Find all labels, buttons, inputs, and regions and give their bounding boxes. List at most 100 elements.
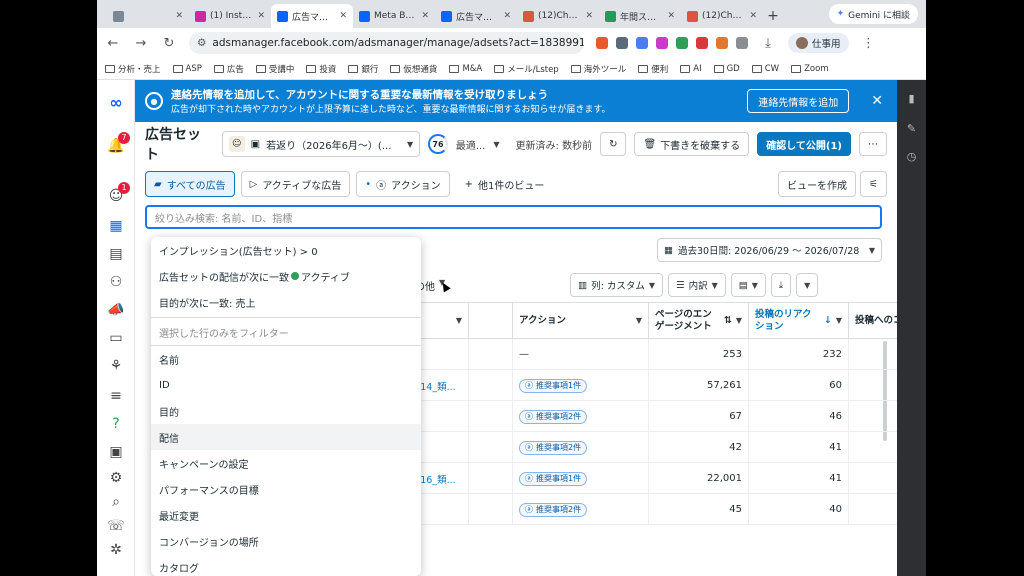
table-row[interactable]: ⓐ 推奨事項2件 45 40 (405, 494, 897, 525)
close-tab-icon[interactable]: ✕ (749, 11, 757, 21)
dropdown-option-name[interactable]: 名前 (151, 346, 421, 372)
table-row[interactable]: — 253 232 (405, 339, 897, 370)
close-tab-icon[interactable]: ✕ (257, 11, 265, 21)
help-icon[interactable]: ? (106, 414, 126, 434)
discard-drafts-button[interactable]: 🗑 下書きを破棄する (634, 132, 750, 156)
browser-tab[interactable]: 広告マネージャ✕ (271, 4, 353, 28)
bookmark-item[interactable]: Zoom (791, 64, 829, 74)
billing-card-icon[interactable]: ▭ (106, 328, 126, 348)
notifications-icon[interactable]: 🔔 7 (106, 132, 130, 156)
bookmark-item[interactable]: ASP (172, 64, 202, 74)
extension-icon[interactable] (596, 37, 608, 49)
more-options-button[interactable]: ⋯ (859, 132, 887, 156)
site-info-icon[interactable]: ⚙ (197, 37, 206, 49)
column-header-engagement[interactable]: ページのエンゲージメント ⇅ ▼ (649, 303, 749, 339)
column-header-comments[interactable]: 投稿へのコメント (849, 303, 897, 339)
gemini-button[interactable]: ✦ Gemini に相談 (828, 4, 918, 24)
add-contact-button[interactable]: 連絡先情報を追加 (747, 89, 850, 113)
browser-tab[interactable]: 年間スケジュール ✕ (599, 4, 681, 28)
close-tab-icon[interactable]: ✕ (585, 11, 593, 21)
review-publish-button[interactable]: 確認して公開(1) (757, 132, 851, 156)
reports-icon[interactable]: ▤ (106, 244, 126, 264)
bookmark-item[interactable]: CW (751, 64, 779, 74)
refresh-button[interactable]: ↻ (600, 132, 627, 156)
campaign-selector[interactable]: ☺ ▣ 若返り（2026年6月〜）(... ▼ (221, 131, 421, 157)
export-button[interactable]: ⤓ (770, 273, 792, 297)
new-tab-button[interactable]: + (763, 4, 783, 28)
audience-icon[interactable]: ⚇ (106, 272, 126, 292)
close-icon[interactable]: ✕ (871, 93, 883, 109)
bookmark-item[interactable]: 海外ツール (570, 63, 626, 75)
bookmark-item[interactable]: 仮想通貨 (390, 63, 437, 75)
bar-chart-icon[interactable]: ▮ (905, 92, 918, 105)
bookmark-item[interactable]: 受講中 (255, 63, 294, 75)
profile-chip[interactable]: 仕事用 (788, 33, 849, 53)
cell-action[interactable]: ⓐ 推奨事項2件 (513, 432, 649, 463)
date-range-picker[interactable]: ▦ 過去30日間: 2026/06/29 〜 2026/07/28 ▼ (657, 238, 882, 262)
clock-icon[interactable]: ◷ (905, 150, 918, 163)
dropdown-option-id[interactable]: ID (151, 372, 421, 398)
tab-active-ads[interactable]: ▷ アクティブな広告 (240, 171, 351, 197)
bookmark-item[interactable]: AI (680, 64, 702, 74)
close-tab-icon[interactable]: ✕ (667, 11, 675, 21)
view-settings-button[interactable]: ⚟ (860, 171, 887, 197)
table-row[interactable]: ⓐ 推奨事項2件 67 46 (405, 401, 897, 432)
extension-icon[interactable] (676, 37, 688, 49)
bookmark-item[interactable]: 広告 (213, 63, 244, 75)
browser-tab[interactable]: Meta Business✕ (353, 4, 435, 28)
close-tab-icon[interactable]: ✕ (503, 11, 511, 21)
column-header-status[interactable] (469, 303, 513, 339)
close-tab-icon[interactable]: ✕ (421, 11, 429, 21)
table-row[interactable]: 7/14_類... ⓐ 推奨事項1件 57,261 60 (405, 370, 897, 401)
account-icon[interactable]: ☺ 1 (106, 182, 130, 206)
dropdown-option-campaign-settings[interactable]: キャンペーンの設定 (151, 450, 421, 476)
download-icon[interactable]: ⤓ (760, 36, 776, 51)
extension-icon[interactable] (716, 37, 728, 49)
tab-more-views[interactable]: + 他1件のビュー (455, 171, 554, 197)
recommendation-badge[interactable]: ⓐ 推奨事項2件 (519, 409, 588, 424)
pencil-icon[interactable]: ✎ (905, 122, 918, 135)
cell-action[interactable]: ⓐ 推奨事項1件 (513, 370, 649, 401)
browser-tab[interactable]: 広告マネージャ✕ (435, 4, 517, 28)
table-row[interactable]: 7/16_類... ⓐ 推奨事項1件 22,001 41 (405, 463, 897, 494)
recommendation-badge[interactable]: ⓐ 推奨事項2件 (519, 502, 588, 517)
extension-icon[interactable] (656, 37, 668, 49)
network-icon[interactable]: ⚘ (106, 356, 126, 376)
menu-dots-icon[interactable]: ⋮ (861, 36, 877, 51)
reload-icon[interactable]: ↻ (161, 36, 177, 51)
bookmark-item[interactable]: 分析・売上 (105, 63, 161, 75)
extension-icon[interactable] (636, 37, 648, 49)
browser-tab[interactable]: (12)Chatwork ✕ (681, 4, 763, 28)
table-row[interactable]: ⓐ 推奨事項2件 42 41 (405, 432, 897, 463)
back-icon[interactable]: ← (105, 36, 121, 51)
breakdown-button[interactable]: ☰ 内訳 ▼ (668, 273, 726, 297)
dropdown-option-delivery[interactable]: 配信 (151, 424, 421, 450)
bookmark-item[interactable]: M&A (449, 64, 482, 74)
filter-chip-delivery[interactable]: 広告セットの配信が次に一致 アクティブ (151, 263, 421, 289)
meta-logo-icon[interactable]: ∞ (106, 92, 126, 112)
dropdown-option-recently-changed[interactable]: 最近変更 (151, 502, 421, 528)
extension-icon[interactable] (696, 37, 708, 49)
export-menu-button[interactable]: ▼ (796, 273, 819, 297)
dropdown-option-conversion-location[interactable]: コンバージョンの場所 (151, 528, 421, 554)
forward-icon[interactable]: → (133, 36, 149, 51)
opportunity-score[interactable]: 76 (428, 134, 448, 154)
news-icon[interactable]: ▣ (106, 442, 126, 462)
megaphone-icon[interactable]: 📣 (106, 300, 126, 320)
close-tab-icon[interactable]: ✕ (339, 11, 347, 21)
tab-all-ads[interactable]: ▰ すべての広告 (145, 171, 235, 197)
bookmark-item[interactable]: 投資 (306, 63, 336, 75)
create-view-button[interactable]: ビューを作成 (778, 171, 857, 197)
dropdown-option-catalog[interactable]: カタログ (151, 554, 421, 576)
dropdown-option-performance-goal[interactable]: パフォーマンスの目標 (151, 476, 421, 502)
column-header-action[interactable]: アクション ▼ (513, 303, 649, 339)
recommendation-badge[interactable]: ⓐ 推奨事項2件 (519, 440, 588, 455)
reports-button[interactable]: ▤ ▼ (730, 273, 766, 297)
close-tab-icon[interactable]: ✕ (175, 11, 183, 21)
recommendation-badge[interactable]: ⓐ 推奨事項1件 (519, 471, 588, 486)
columns-button[interactable]: ▥ 列: カスタム ▼ (570, 273, 664, 297)
cell-action[interactable]: — (513, 339, 649, 370)
url-bar[interactable]: ⚙ adsmanager.facebook.com/adsmanager/man… (189, 32, 584, 54)
filter-chip-impressions[interactable]: インプレッション(広告セット) > 0 (151, 237, 421, 263)
tab-actions[interactable]: • ⓐ アクション (356, 171, 450, 197)
